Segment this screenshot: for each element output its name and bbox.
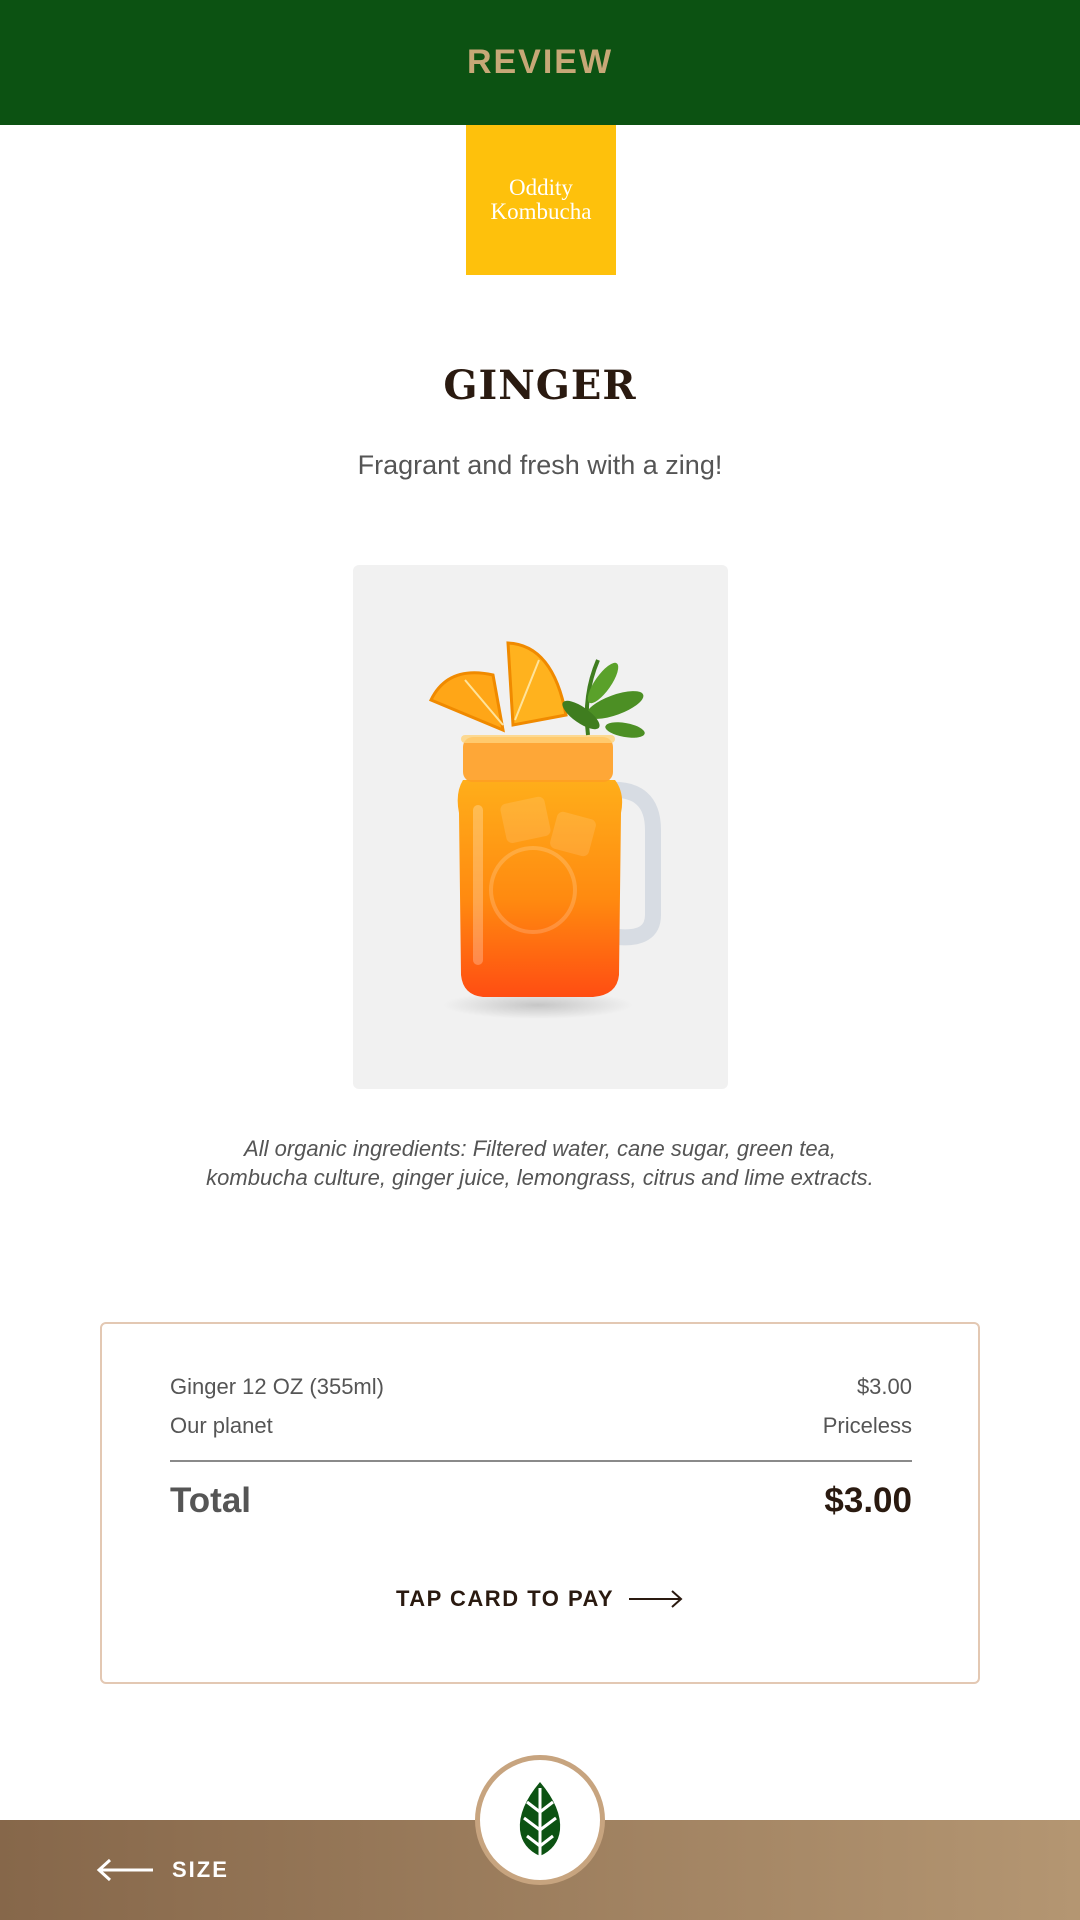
line-item-label: Our planet (170, 1413, 273, 1438)
back-label: SIZE (172, 1857, 229, 1882)
line-item-price: $3.00 (856, 1374, 912, 1399)
product-name: GINGER (443, 362, 637, 409)
brand-logo-line2: Kombucha (490, 199, 592, 224)
brand-logo: Oddity Kombucha (466, 125, 616, 275)
mason-jar-drink-illustration (428, 641, 661, 1019)
line-item-label: Ginger 12 OZ (355ml) (170, 1374, 384, 1399)
tap-card-to-pay-button[interactable]: TAP CARD TO PAY (102, 1586, 978, 1612)
product-tagline: Fragrant and fresh with a zing! (357, 450, 723, 480)
leaf-icon (519, 1782, 561, 1856)
page-title: REVIEW (466, 43, 614, 81)
back-to-size-button[interactable]: SIZE (96, 1847, 229, 1893)
arrow-right-icon (629, 1590, 683, 1608)
line-item-price: Priceless (822, 1413, 912, 1438)
order-summary-card: Ginger 12 OZ (355ml) $3.00 Our planet Pr… (100, 1322, 980, 1684)
total-label: Total (170, 1481, 252, 1520)
ingredients-text: All organic ingredients: Filtered water,… (206, 1136, 874, 1190)
total-row: Total $3.00 (170, 1481, 912, 1521)
total-amount: $3.00 (824, 1481, 912, 1520)
arrow-left-icon (96, 1858, 153, 1882)
divider (170, 1460, 912, 1462)
header-bar: REVIEW (0, 0, 1080, 125)
brand-logo-line1: Oddity (509, 175, 573, 200)
pay-label: TAP CARD TO PAY (395, 1586, 615, 1611)
product-image (353, 565, 728, 1089)
line-item: Ginger 12 OZ (355ml) $3.00 (170, 1374, 912, 1400)
line-item: Our planet Priceless (170, 1413, 912, 1439)
leaf-badge (475, 1755, 605, 1885)
